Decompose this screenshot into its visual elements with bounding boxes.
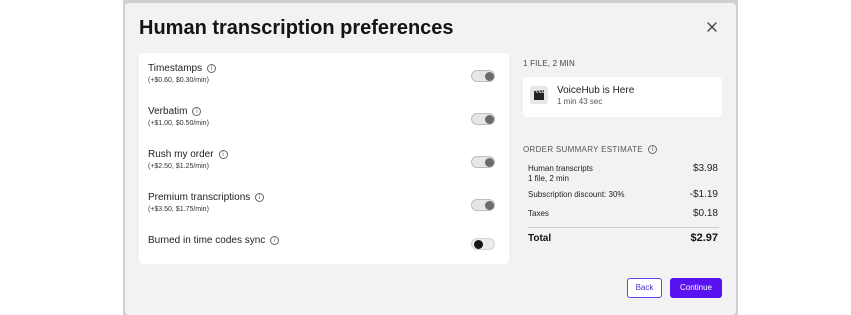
total-label: Total xyxy=(528,233,552,244)
toggle-knob xyxy=(485,158,494,167)
option-label: Timestamps xyxy=(148,63,203,74)
summary-row-value: $3.98 xyxy=(692,163,718,174)
rush-order-toggle[interactable] xyxy=(471,156,495,168)
back-button[interactable]: Back xyxy=(627,278,662,298)
info-icon[interactable]: i xyxy=(270,236,280,245)
option-price: (+$0.60, $0.30/min) xyxy=(148,77,209,84)
file-count-label: 1 FILE, 2 MIN xyxy=(523,59,575,68)
file-duration: 1 min 43 sec xyxy=(557,97,603,106)
option-label: Rush my order xyxy=(148,149,214,160)
total-value: $2.97 xyxy=(690,232,718,244)
summary-row-label: Subscription discount: 30% xyxy=(528,190,625,199)
option-price: (+$1.00, $0.50/min) xyxy=(148,120,209,127)
options-panel: Timestamps i (+$0.60, $0.30/min) Verbati… xyxy=(139,53,509,264)
timestamps-toggle[interactable] xyxy=(471,70,495,82)
info-icon[interactable]: i xyxy=(218,150,228,159)
summary-row-label: Human transcripts xyxy=(528,164,593,173)
summary-row-value: $0.18 xyxy=(692,208,718,219)
summary-row-label: Taxes xyxy=(528,209,549,218)
clapperboard-icon xyxy=(530,86,548,104)
info-icon[interactable]: i xyxy=(207,64,217,73)
option-label: Burned in time codes sync xyxy=(148,235,266,246)
summary-heading-text: ORDER SUMMARY ESTIMATE xyxy=(523,145,643,154)
toggle-knob xyxy=(485,201,494,210)
dialog-title: Human transcription preferences xyxy=(139,17,454,39)
option-label: Premium transcriptions xyxy=(148,192,251,203)
file-name: VoiceHub is Here xyxy=(557,85,635,96)
summary-row-sublabel: 1 file, 2 min xyxy=(528,174,569,183)
info-icon[interactable]: i xyxy=(647,145,657,154)
order-summary-heading: ORDER SUMMARY ESTIMATE i xyxy=(523,145,657,154)
info-icon[interactable]: i xyxy=(255,193,265,202)
close-icon[interactable] xyxy=(703,18,721,36)
option-price: (+$3.50, $1.75/min) xyxy=(148,206,209,213)
option-label: Verbatim xyxy=(148,106,188,117)
option-price: (+$2.50, $1.25/min) xyxy=(148,163,209,170)
info-icon[interactable]: i xyxy=(192,107,202,116)
continue-button[interactable]: Continue xyxy=(670,278,722,298)
toggle-knob xyxy=(485,72,494,81)
file-card: VoiceHub is Here 1 min 43 sec xyxy=(523,77,722,117)
summary-row-value: -$1.19 xyxy=(689,189,718,200)
burned-time-codes-toggle[interactable] xyxy=(471,238,495,250)
verbatim-toggle[interactable] xyxy=(471,113,495,125)
summary-divider xyxy=(528,227,719,228)
toggle-knob xyxy=(485,115,494,124)
toggle-knob xyxy=(474,240,483,249)
transcription-preferences-dialog: Human transcription preferences Timestam… xyxy=(125,3,736,315)
premium-transcriptions-toggle[interactable] xyxy=(471,199,495,211)
